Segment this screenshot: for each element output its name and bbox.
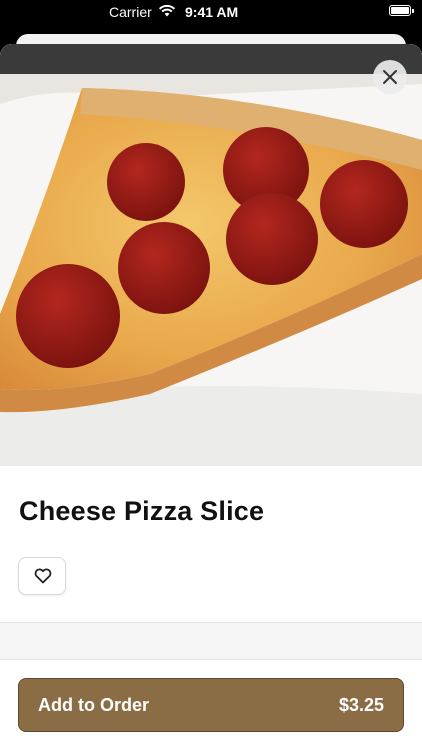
item-price: $3.25: [338, 695, 384, 715]
heart-outline-icon: [34, 568, 52, 584]
add-to-order-button[interactable]: Add to Order $3.25: [18, 678, 404, 732]
item-photo: [0, 44, 422, 466]
battery-icon: [389, 5, 414, 16]
status-bar: Carrier 9:41 AM: [0, 0, 422, 24]
clock: 9:41 AM: [185, 4, 239, 20]
favorite-button[interactable]: [18, 557, 66, 595]
wifi-icon: [158, 4, 176, 20]
carrier-label: Carrier: [109, 4, 152, 20]
section-divider: [0, 659, 422, 660]
close-icon: [383, 70, 397, 84]
item-detail-sheet: Cheese Pizza Slice Add to Order $3.25: [0, 44, 422, 750]
add-to-order-label: Add to Order: [38, 695, 149, 715]
section-spacer: [0, 623, 422, 659]
close-button[interactable]: [373, 60, 407, 94]
item-title: Cheese Pizza Slice: [19, 496, 265, 526]
